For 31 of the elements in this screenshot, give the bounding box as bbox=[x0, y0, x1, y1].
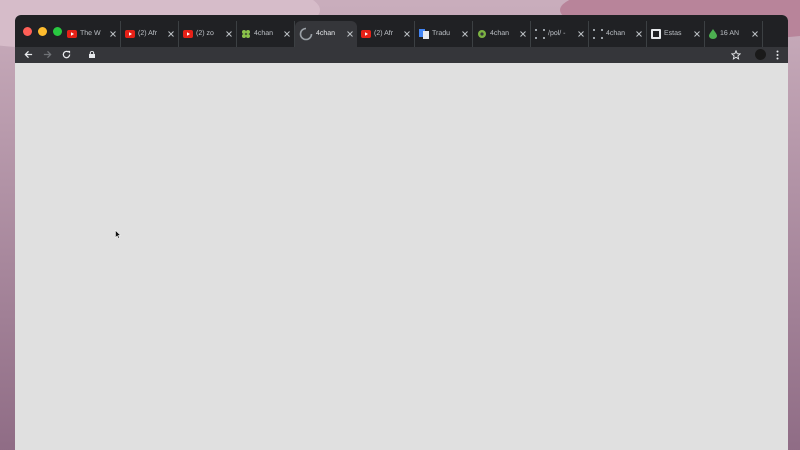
close-icon[interactable] bbox=[578, 31, 584, 37]
video-icon bbox=[125, 30, 135, 38]
zoom-window-icon[interactable] bbox=[53, 26, 62, 36]
forward-icon[interactable] bbox=[43, 50, 52, 59]
cursor-icon bbox=[115, 230, 121, 239]
close-icon[interactable] bbox=[226, 31, 232, 37]
spinner-icon bbox=[299, 27, 313, 41]
star-icon[interactable] bbox=[731, 50, 741, 60]
close-icon[interactable] bbox=[636, 31, 642, 37]
close-icon[interactable] bbox=[347, 31, 353, 37]
close-icon[interactable] bbox=[404, 31, 410, 37]
close-icon[interactable] bbox=[520, 31, 526, 37]
reload-icon[interactable] bbox=[62, 50, 71, 59]
clover-icon bbox=[241, 29, 251, 39]
back-icon[interactable] bbox=[24, 50, 33, 59]
close-icon[interactable] bbox=[168, 31, 174, 37]
translate-icon bbox=[419, 29, 429, 39]
video-icon bbox=[67, 30, 77, 38]
close-icon[interactable] bbox=[110, 31, 116, 37]
dots-icon bbox=[593, 29, 603, 39]
close-window-icon[interactable] bbox=[23, 26, 32, 36]
video-icon bbox=[183, 30, 193, 38]
close-icon[interactable] bbox=[462, 31, 468, 37]
dots-icon bbox=[535, 29, 545, 39]
menu-icon[interactable] bbox=[776, 50, 779, 60]
close-icon[interactable] bbox=[284, 31, 290, 37]
video-icon bbox=[361, 30, 371, 38]
close-icon[interactable] bbox=[752, 31, 758, 37]
close-icon[interactable] bbox=[694, 31, 700, 37]
minimize-window-icon[interactable] bbox=[38, 26, 47, 36]
lock-icon bbox=[89, 51, 95, 58]
